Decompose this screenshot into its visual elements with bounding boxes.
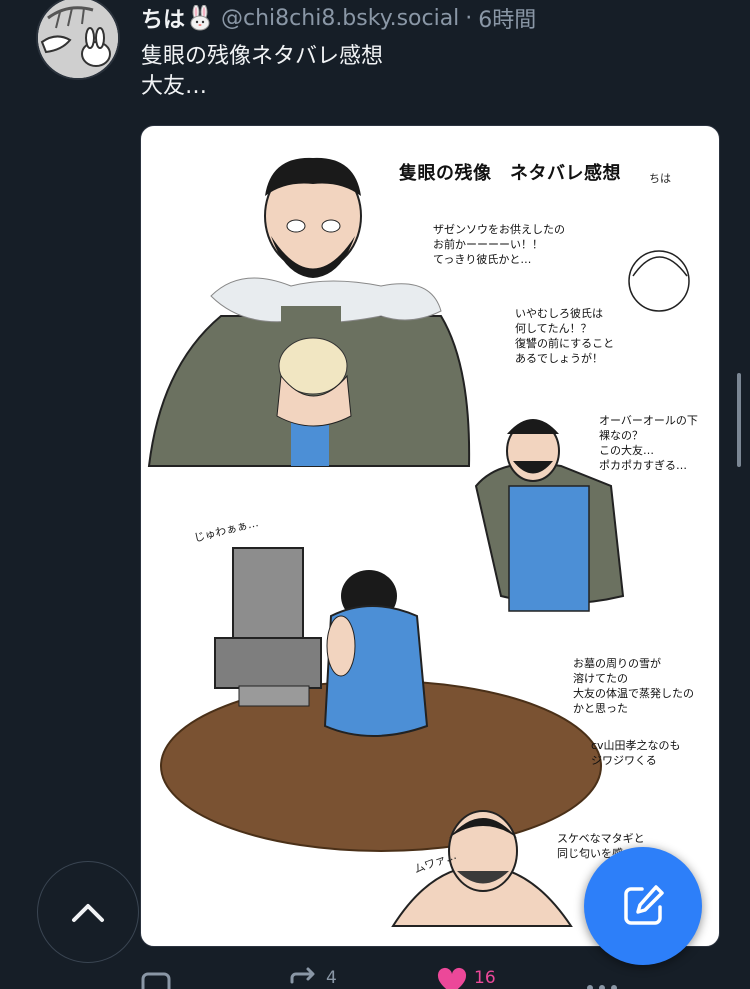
figure-parka [147, 157, 471, 467]
post-text-line: 隻眼の残像ネタバレ感想 [141, 44, 384, 69]
heart-icon [437, 967, 467, 989]
comic-title: 隻眼の残像 ネタバレ感想 [399, 163, 621, 184]
comic-note: いやむしろ彼氏は 何してたん！？ 復讐の前にすること あるでしょうが！ [515, 307, 615, 365]
more-icon [587, 985, 617, 989]
chevron-up-icon [72, 904, 104, 922]
scrollbar-thumb[interactable] [737, 373, 741, 467]
comic-note: オーバーオールの下 裸なの？ この大友… ポカポカすぎる… [599, 414, 698, 472]
repost-icon [290, 967, 315, 984]
like-count: 16 [474, 968, 496, 988]
comic-note: ザゼンソウをお供えしたの お前かーーーーい！！ てっきり彼氏かと… [433, 223, 565, 266]
reply-icon [141, 972, 171, 989]
post-action-bar: 4 16 [140, 966, 630, 989]
compose-icon [624, 885, 664, 925]
figure-sketch [628, 250, 690, 312]
separator-dot: · [465, 5, 473, 31]
post-text: 隻眼の残像ネタバレ感想 大友… [141, 42, 383, 102]
comic-note: お墓の周りの雪が 溶けてたの 大友の体温で蒸発したの かと思った [573, 657, 694, 715]
avatar[interactable] [36, 0, 120, 80]
post-image[interactable]: 隻眼の残像 ネタバレ感想 ちは ザゼンソウをお供えしたの お前かーーーーい！！ … [140, 125, 720, 947]
user-handle[interactable]: @chi8chi8.bsky.social [221, 6, 459, 31]
comic-note: cv山田孝之なのも ジワジワくる [591, 739, 681, 767]
scroll-to-top-button[interactable] [37, 861, 139, 963]
post-time[interactable]: 6時間 [478, 2, 536, 34]
more-button[interactable] [584, 966, 620, 989]
avatar-illustration [38, 0, 118, 78]
repost-button[interactable]: 4 [288, 966, 337, 989]
compose-button[interactable] [584, 847, 702, 965]
reply-button[interactable] [140, 966, 178, 989]
post-header: ちは @chi8chi8.bsky.social · 6時間 [141, 2, 536, 34]
repost-count: 4 [326, 968, 337, 988]
like-button[interactable]: 16 [436, 966, 496, 989]
post-text-line: 大友… [141, 74, 208, 99]
rabbit-emoji-icon [190, 5, 210, 31]
artist-signature: ちは [649, 172, 671, 185]
display-name[interactable]: ちは [141, 2, 185, 34]
